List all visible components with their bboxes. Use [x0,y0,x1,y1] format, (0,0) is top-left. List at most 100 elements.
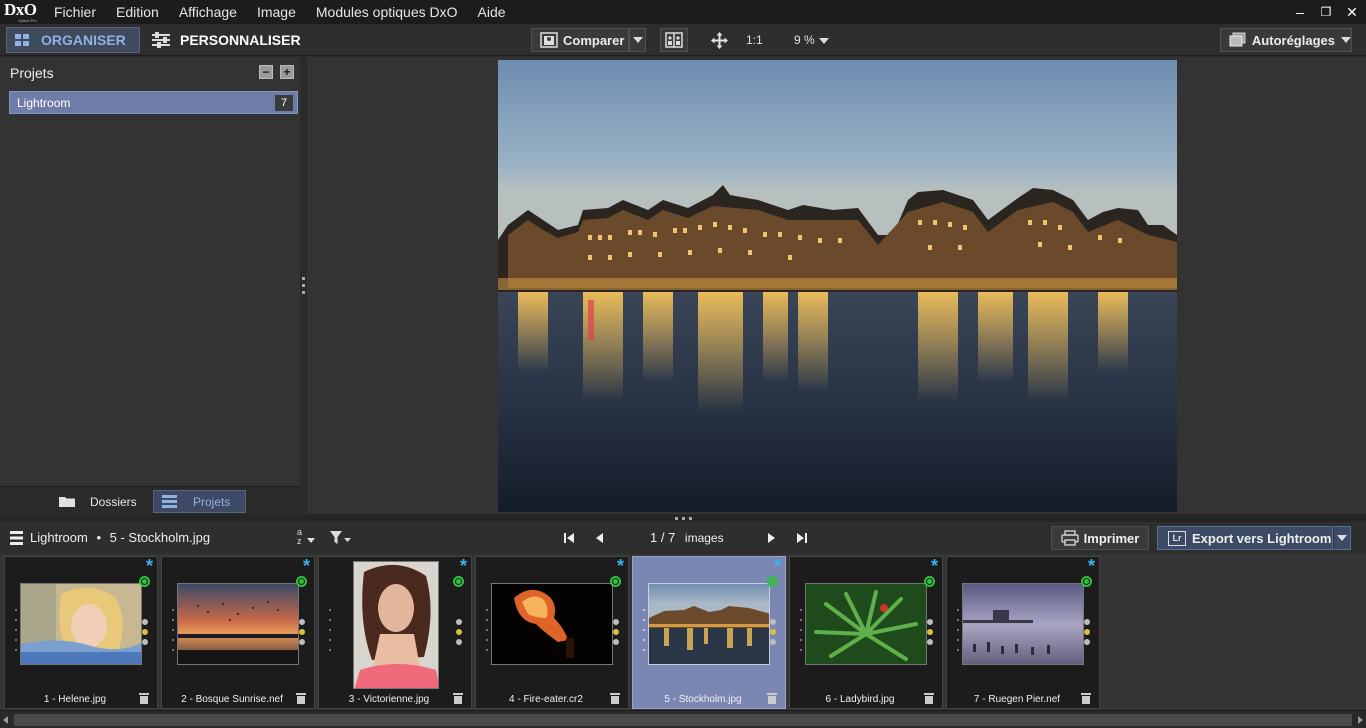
side-by-side-icon [665,32,683,48]
yellow-dot-icon [142,629,148,635]
zoom-chevron-down-icon[interactable] [819,38,829,44]
star-icon[interactable]: * [146,557,153,575]
compare-dropdown[interactable] [629,28,646,52]
thumbnail-image [491,583,613,665]
thumbnail-card[interactable]: * 3 - Victorienne.jpg [318,556,472,709]
zoom-1to1-button[interactable]: 1:1 [746,24,763,56]
remove-project-button[interactable]: − [259,65,273,79]
trash-icon[interactable] [296,693,306,704]
trash-icon[interactable] [453,693,463,704]
star-icon[interactable]: * [931,557,938,575]
export-lightroom-button[interactable]: Lr Export vers Lightroom [1157,526,1333,550]
thumbnail-card[interactable]: * 4 - Fire-eater.cr2 [475,556,629,709]
project-count-badge: 7 [275,95,293,111]
grey-dot-icon [1084,639,1090,645]
yellow-dot-icon [299,629,305,635]
status-ok-icon [767,576,778,587]
thumbnail-image [962,583,1084,665]
main-toolbar: ORGANISER PERSONNALISER Comparer 1:1 9 % [0,24,1366,56]
menu-edition[interactable]: Edition [106,0,169,24]
grey-dot-icon [927,619,933,625]
first-image-icon[interactable] [563,532,575,544]
thumbnail-image [648,583,770,665]
status-ok-icon [924,576,935,587]
last-image-icon[interactable] [796,532,808,544]
project-item-lightroom[interactable]: Lightroom 7 [9,91,298,114]
next-image-icon[interactable] [766,532,776,544]
thumbnail-card[interactable]: * 6 - Ladybird.jpg [789,556,943,709]
trash-icon[interactable] [610,693,620,704]
export-dropdown[interactable] [1333,526,1351,550]
star-icon[interactable]: * [303,557,310,575]
trash-icon[interactable] [1081,693,1091,704]
autoreglages-button[interactable]: Autoréglages [1220,28,1352,52]
thumbnail-label: 5 - Stockholm.jpg [664,694,742,705]
thumbnail-image [20,583,142,665]
status-ok-icon [610,576,621,587]
add-project-button[interactable]: + [280,65,294,79]
thumbnail-card-selected[interactable]: * 5 - Stockholm.jpg [632,556,786,709]
compare-button[interactable]: Comparer [531,28,629,52]
panel-splitter[interactable] [300,57,307,514]
star-icon[interactable]: * [774,557,781,575]
filmstrip-scrollbar[interactable] [0,710,1366,728]
yellow-dot-icon [613,629,619,635]
thumbnail-label: 7 - Ruegen Pier.nef [973,694,1061,705]
menu-image[interactable]: Image [247,0,306,24]
filmstrip-splitter[interactable] [0,514,1366,522]
grey-dot-icon [456,619,462,625]
sliders-icon [152,32,170,48]
tab-projets[interactable]: Projets [153,490,246,513]
personnaliser-tab[interactable]: PERSONNALISER [148,27,308,53]
thumbnail-card[interactable]: * 1 - Helene.jpg [4,556,158,709]
tab-dossiers[interactable]: Dossiers [58,490,148,513]
thumbnail-label: 4 - Fire-eater.cr2 [509,694,583,705]
thumbnail-card[interactable]: * 7 - Ruegen Pier.nef [946,556,1100,709]
print-button[interactable]: Imprimer [1051,526,1149,550]
sort-icon: a z [297,527,303,546]
scroll-left-icon[interactable] [3,716,8,724]
move-icon[interactable] [711,32,728,49]
organiser-tab[interactable]: ORGANISER [6,27,140,53]
trash-icon[interactable] [767,693,777,704]
menu-fichier[interactable]: Fichier [44,0,106,24]
filmstrip: * 1 - Helene.jpg * 2 - Bosque Sunrise.ne… [0,554,1366,710]
menu-affichage[interactable]: Affichage [169,0,247,24]
star-icon[interactable]: * [1088,557,1095,575]
zoom-level[interactable]: 9 % [794,24,815,56]
thumbnail-image [177,583,299,665]
projects-panel: Projets − + Lightroom 7 [0,57,300,514]
logo-text: DxO [4,0,37,19]
filter-icon[interactable] [330,531,352,545]
trash-icon[interactable] [139,693,149,704]
yellow-dot-icon [927,629,933,635]
grey-dot-icon [299,619,305,625]
compare-label: Comparer [563,32,625,48]
menu-aide[interactable]: Aide [468,0,516,24]
grey-dot-icon [613,619,619,625]
scroll-right-icon[interactable] [1358,716,1363,724]
presets-icon [1229,32,1246,47]
status-ok-icon [139,576,150,587]
main-photo-stockholm[interactable] [498,60,1177,512]
grey-dot-icon [770,619,776,625]
yellow-dot-icon [456,629,462,635]
star-icon[interactable]: * [617,557,624,575]
yellow-dot-icon [1084,629,1090,635]
trash-icon[interactable] [924,693,934,704]
star-icon[interactable]: * [460,557,467,575]
grey-dot-icon [1084,619,1090,625]
close-button[interactable]: ✕ [1338,0,1366,24]
breadcrumb-separator: • [96,530,101,545]
minimize-button[interactable]: – [1286,0,1314,24]
thumbnail-image [805,583,927,665]
autoreglages-label: Autoréglages [1251,32,1335,48]
previous-image-icon[interactable] [595,532,605,544]
menu-modules-optiques[interactable]: Modules optiques DxO [306,0,468,24]
side-by-side-button[interactable] [660,28,688,52]
organiser-label: ORGANISER [41,32,126,48]
sort-button[interactable]: a z [296,528,318,550]
scrollbar-thumb[interactable] [14,714,1352,726]
restore-button[interactable]: ❐ [1312,0,1340,24]
thumbnail-card[interactable]: * 2 - Bosque Sunrise.nef [161,556,315,709]
